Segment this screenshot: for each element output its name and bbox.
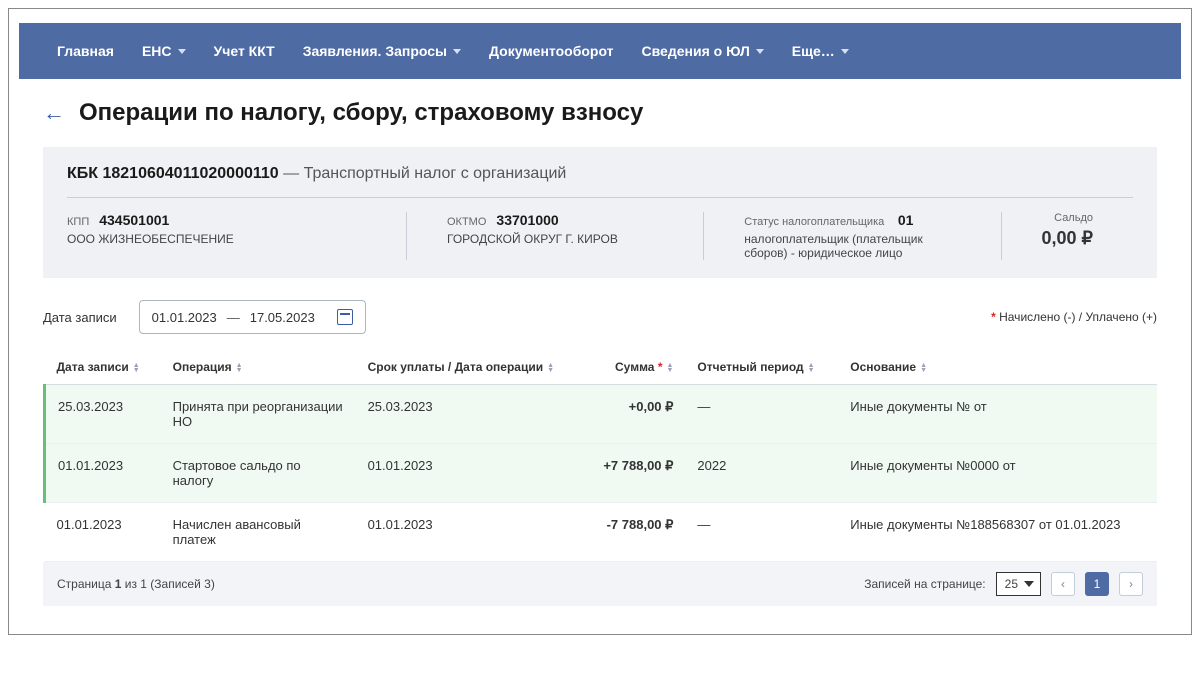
col-oktmo: ОКТМО33701000 ГОРОДСКОЙ ОКРУГ Г. КИРОВ <box>407 212 704 260</box>
cell-period: — <box>685 503 838 562</box>
sort-icon: ▲▼ <box>133 363 140 373</box>
table-row: 01.01.2023Начислен авансовый платеж01.01… <box>45 503 1158 562</box>
page-number-button[interactable]: 1 <box>1085 572 1109 596</box>
cell-sum: -7 788,00 ₽ <box>584 503 686 562</box>
sort-icon: ▲▼ <box>236 363 243 373</box>
back-arrow-icon[interactable]: ← <box>43 100 65 126</box>
sort-icon: ▲▼ <box>920 363 927 373</box>
th-basis[interactable]: Основание▲▼ <box>838 350 1157 385</box>
title-row: ← Операции по налогу, сбору, страховому … <box>43 99 1157 127</box>
cell-op: Начислен авансовый платеж <box>161 503 356 562</box>
operations-table: Дата записи▲▼ Операция▲▼ Срок уплаты / Д… <box>43 350 1157 562</box>
table-row: 01.01.2023Стартовое сальдо по налогу01.0… <box>45 444 1158 503</box>
info-panel: КБК 18210604011020000110 — Транспортный … <box>43 147 1157 278</box>
navbar: Главная ЕНС Учет ККТ Заявления. Запросы … <box>19 23 1181 79</box>
cell-due: 01.01.2023 <box>356 503 584 562</box>
cell-op: Принята при реорганизации НО <box>161 385 356 444</box>
th-date[interactable]: Дата записи▲▼ <box>45 350 161 385</box>
cell-date: 25.03.2023 <box>45 385 161 444</box>
cell-op: Стартовое сальдо по налогу <box>161 444 356 503</box>
saldo-value: 0,00 ₽ <box>1042 228 1094 249</box>
nav-more[interactable]: Еще… <box>778 23 863 79</box>
cell-due: 01.01.2023 <box>356 444 584 503</box>
nav-main[interactable]: Главная <box>43 23 128 79</box>
nav-ens[interactable]: ЕНС <box>128 23 200 79</box>
date-range-input[interactable]: 01.01.2023 — 17.05.2023 <box>139 300 366 334</box>
kbk-line: КБК 18210604011020000110 — Транспортный … <box>67 165 1133 198</box>
chevron-down-icon <box>178 49 186 54</box>
cell-period: — <box>685 385 838 444</box>
page-title: Операции по налогу, сбору, страховому вз… <box>79 99 643 127</box>
cell-due: 25.03.2023 <box>356 385 584 444</box>
cell-date: 01.01.2023 <box>45 444 161 503</box>
nav-docflow[interactable]: Документооборот <box>475 23 628 79</box>
per-page-select[interactable]: 25 <box>996 572 1041 596</box>
nav-legal[interactable]: Сведения о ЮЛ <box>628 23 778 79</box>
th-op[interactable]: Операция▲▼ <box>161 350 356 385</box>
th-due[interactable]: Срок уплаты / Дата операции▲▼ <box>356 350 584 385</box>
cell-basis: Иные документы № от <box>838 385 1157 444</box>
filter-label: Дата записи <box>43 310 117 325</box>
cell-sum: +0,00 ₽ <box>584 385 686 444</box>
nav-kkt[interactable]: Учет ККТ <box>200 23 289 79</box>
calendar-icon[interactable] <box>337 309 353 325</box>
date-to: 17.05.2023 <box>250 310 315 325</box>
legend: * Начислено (-) / Уплачено (+) <box>991 310 1157 324</box>
page-info: Страница 1 из 1 (Записей 3) <box>57 577 215 591</box>
sort-icon: ▲▼ <box>547 363 554 373</box>
date-from: 01.01.2023 <box>152 310 217 325</box>
page-next-button[interactable]: › <box>1119 572 1143 596</box>
col-status: Статус налогоплательщика 01 налогоплател… <box>704 212 1001 260</box>
cell-date: 01.01.2023 <box>45 503 161 562</box>
sort-icon: ▲▼ <box>808 363 815 373</box>
sort-icon: ▲▼ <box>666 363 673 373</box>
chevron-down-icon <box>453 49 461 54</box>
col-kpp: КПП434501001 ООО ЖИЗНЕОБЕСПЕЧЕНИЕ <box>67 212 407 260</box>
chevron-down-icon <box>756 49 764 54</box>
cell-basis: Иные документы №188568307 от 01.01.2023 <box>838 503 1157 562</box>
th-period[interactable]: Отчетный период▲▼ <box>685 350 838 385</box>
cell-period: 2022 <box>685 444 838 503</box>
table-row: 25.03.2023Принята при реорганизации НО25… <box>45 385 1158 444</box>
cell-basis: Иные документы №0000 от <box>838 444 1157 503</box>
cell-sum: +7 788,00 ₽ <box>584 444 686 503</box>
nav-requests[interactable]: Заявления. Запросы <box>289 23 475 79</box>
org-name: ООО ЖИЗНЕОБЕСПЕЧЕНИЕ <box>67 232 366 246</box>
page-prev-button[interactable]: ‹ <box>1051 572 1075 596</box>
table-footer: Страница 1 из 1 (Записей 3) Записей на с… <box>43 562 1157 606</box>
chevron-down-icon <box>841 49 849 54</box>
th-sum[interactable]: Сумма *▲▼ <box>584 350 686 385</box>
per-page-label: Записей на странице: <box>864 577 985 591</box>
col-saldo: Сальдо 0,00 ₽ <box>1002 212 1134 260</box>
